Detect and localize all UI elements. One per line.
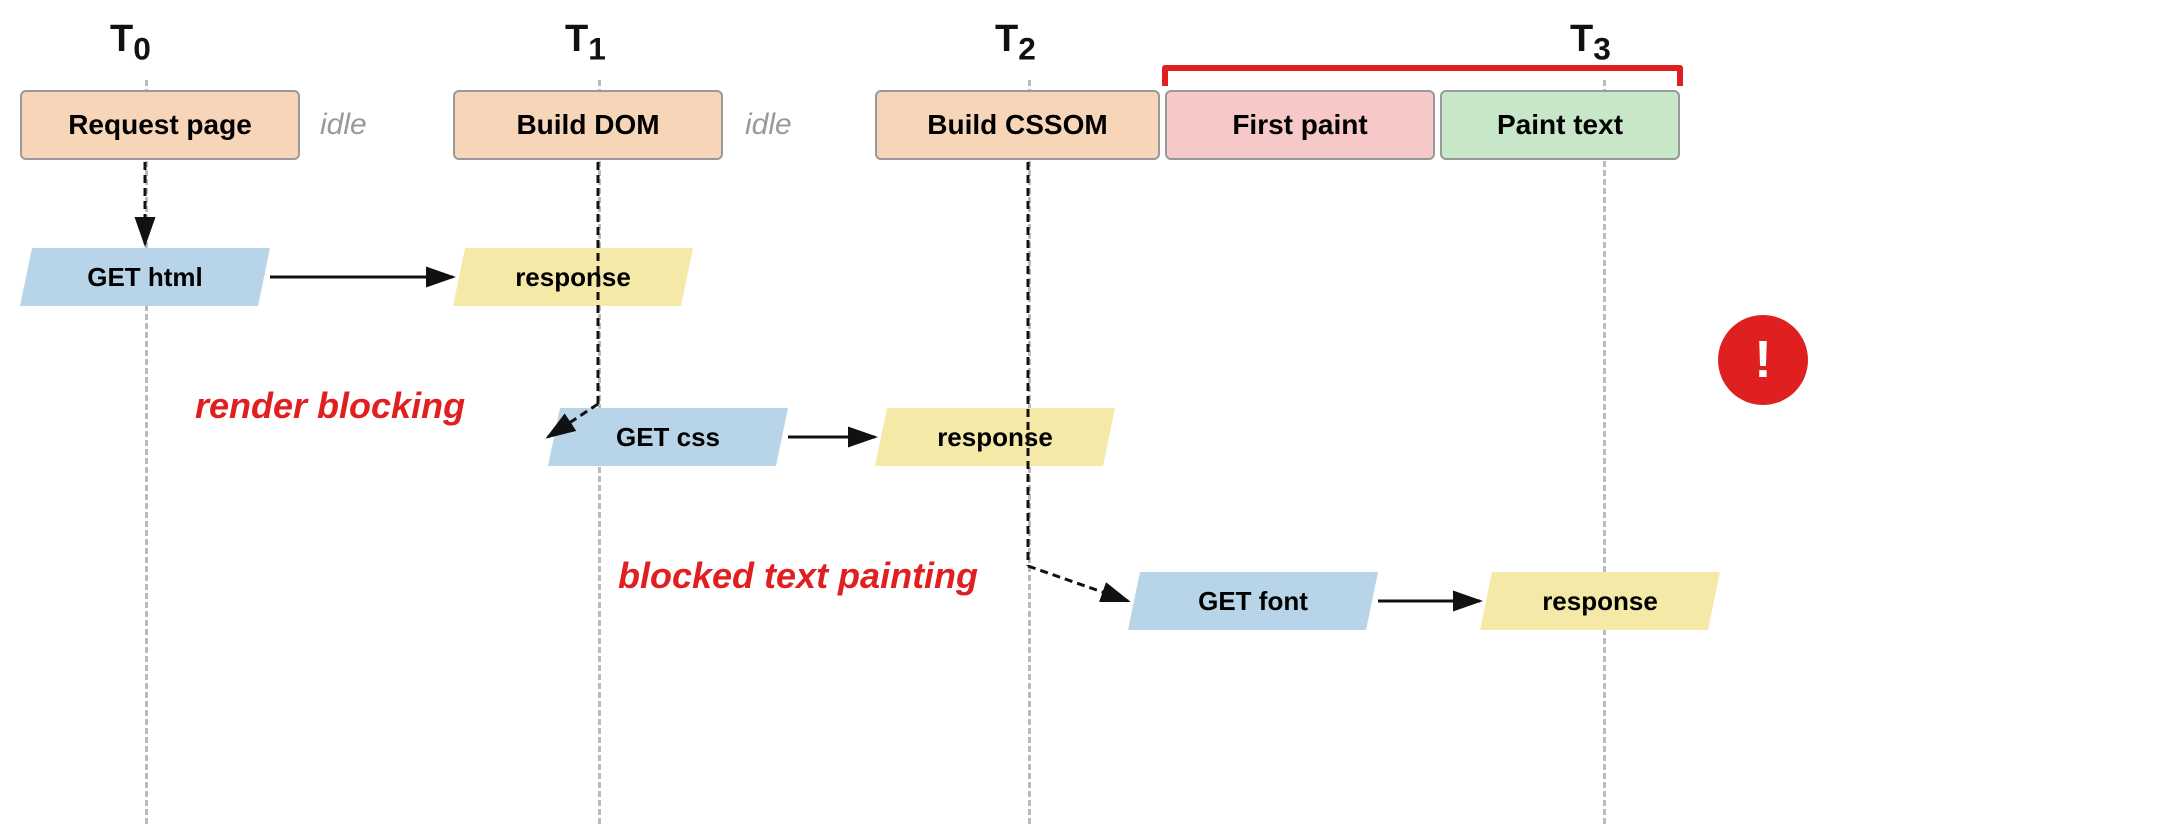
error-circle: ! [1718,315,1808,405]
response-html-box: response [453,248,693,306]
time-label-t3: T3 [1570,18,1611,68]
time-label-t1: T1 [565,18,606,68]
render-blocking-label: render blocking [195,385,465,427]
build-dom-box: Build DOM [453,90,723,160]
first-paint-box: First paint [1165,90,1435,160]
time-label-t0: T0 [110,18,151,68]
diagram: T0 T1 T2 T3 Request page Build DOM Build… [0,0,2177,824]
response-css-box: response [875,408,1115,466]
get-font-box: GET font [1128,572,1378,630]
vline-t0 [145,80,148,824]
get-html-box: GET html [20,248,270,306]
build-cssom-box: Build CSSOM [875,90,1160,160]
blocked-text-painting-label: blocked text painting [618,555,978,597]
paint-text-box: Paint text [1440,90,1680,160]
idle-label-1: idle [320,108,367,142]
idle-label-2: idle [745,108,792,142]
vline-t3 [1603,80,1606,824]
response-font-box: response [1480,572,1720,630]
time-label-t2: T2 [995,18,1036,68]
request-page-box: Request page [20,90,300,160]
get-css-box: GET css [548,408,788,466]
